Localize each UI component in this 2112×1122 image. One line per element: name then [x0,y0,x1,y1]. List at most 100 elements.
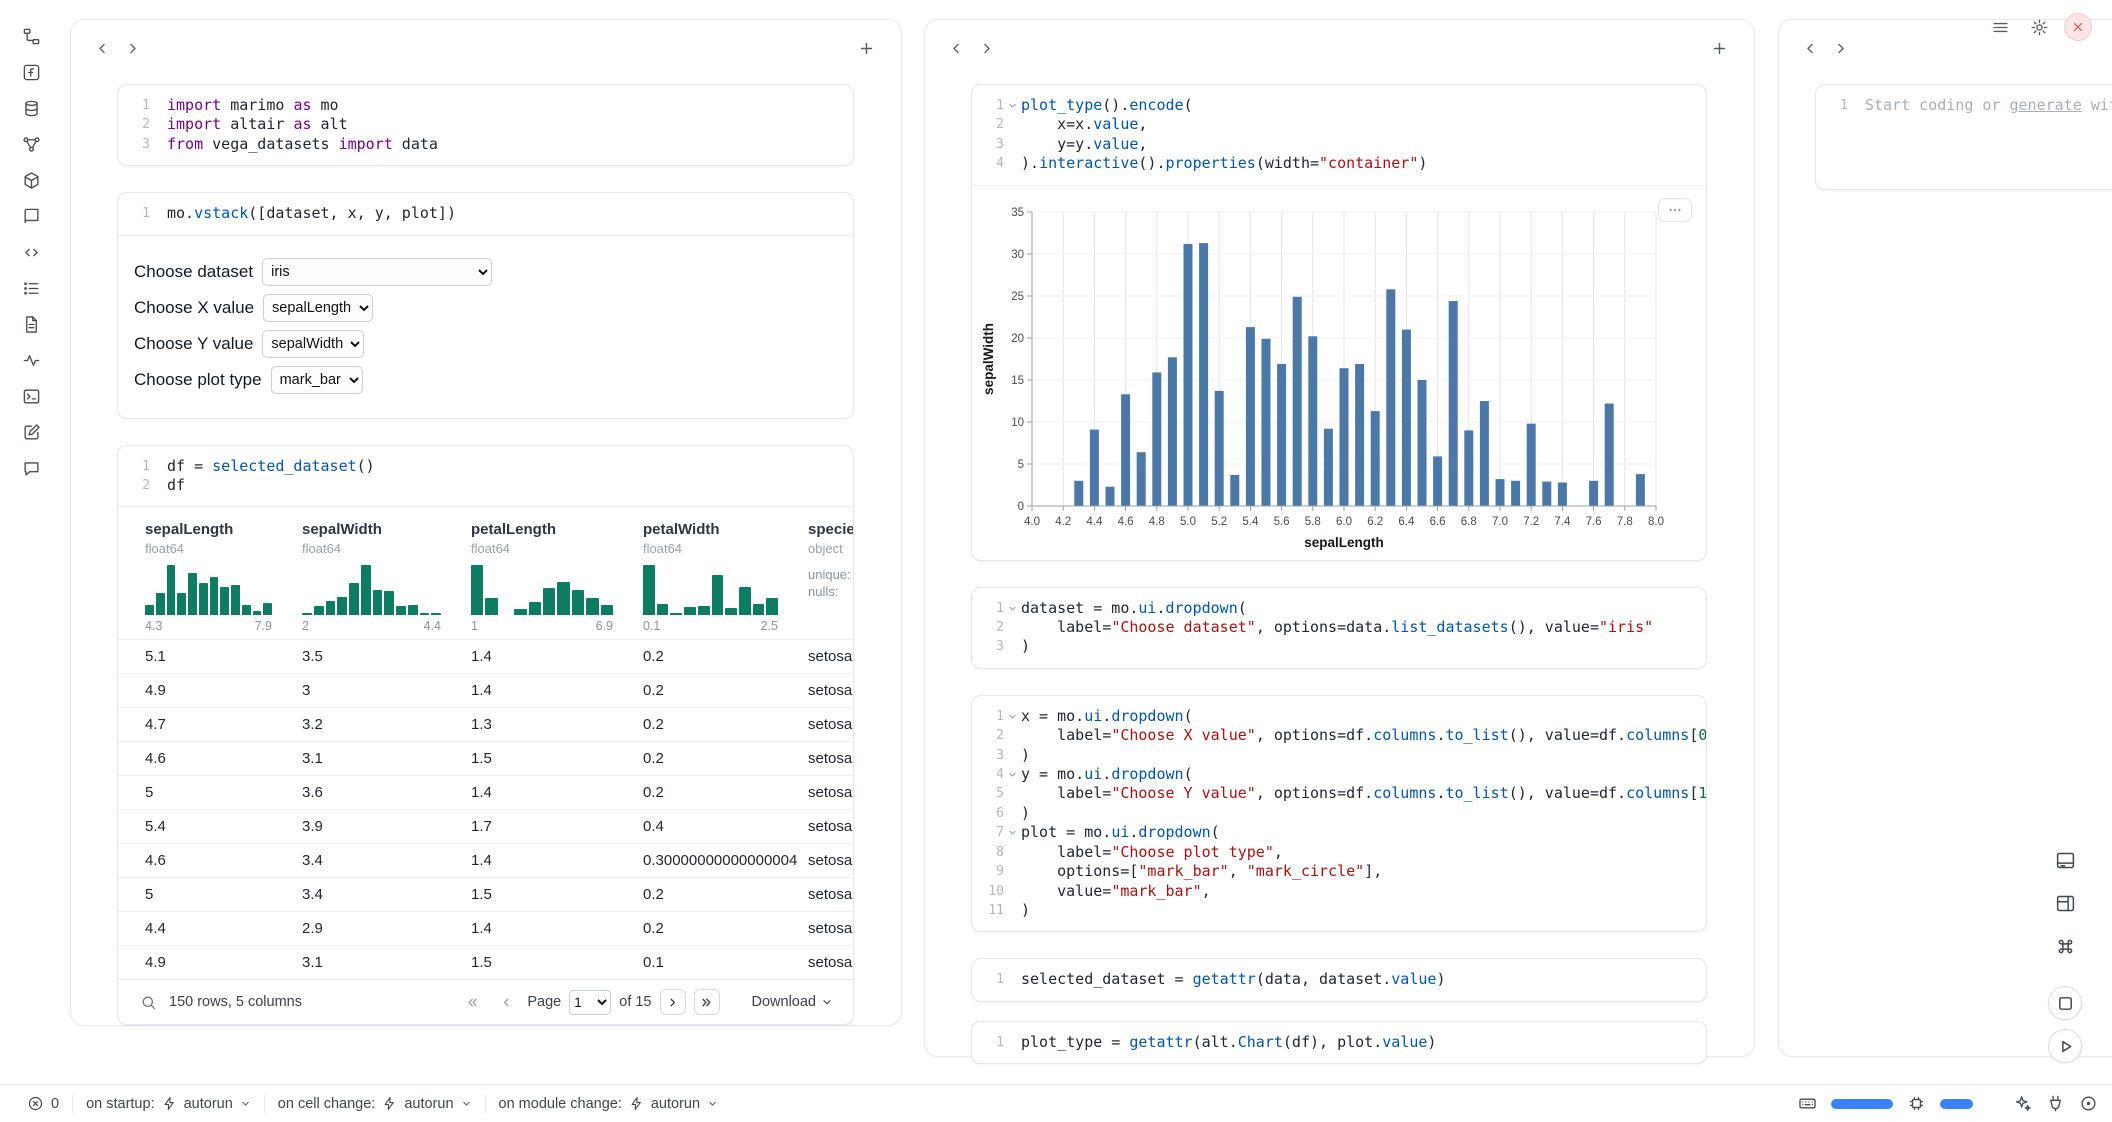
code-line[interactable]: 1x = mo.ui.dropdown( [972,707,1706,726]
prev-page-button[interactable] [493,989,519,1015]
page-select[interactable]: 1 [569,990,611,1015]
plot-type-select[interactable]: mark_bar [271,366,363,394]
code-cell-dataframe[interactable]: 1df = selected_dataset()2df sepalLengthf… [117,445,854,1026]
column-forward-button[interactable] [117,33,147,63]
shutdown-close-icon[interactable] [2064,13,2092,41]
flow-icon[interactable] [18,23,44,49]
table-row[interactable]: 53.41.50.2setosa [118,877,853,911]
code-line[interactable]: 2import altair as alt [118,115,853,134]
table-row[interactable]: 4.42.91.40.2setosa [118,911,853,945]
code-line[interactable]: 1import marimo as mo [118,96,853,115]
keyboard-shortcuts-icon[interactable] [2048,929,2082,963]
code-line[interactable]: 8 label="Choose plot type", [972,843,1706,862]
settings-gear-icon[interactable] [2025,13,2053,41]
table-row[interactable]: 5.43.91.70.4setosa [118,809,853,843]
next-page-button[interactable] [660,989,686,1015]
x-value-select[interactable]: sepalLength [263,294,373,322]
database-icon[interactable] [18,95,44,121]
code-line[interactable]: 11) [972,901,1706,920]
last-page-button[interactable] [694,989,720,1015]
code-line[interactable]: 1plot_type().encode( [972,96,1706,115]
code-line[interactable]: 4y = mo.ui.dropdown( [972,765,1706,784]
table-row[interactable]: 4.63.41.40.30000000000000004setosa [118,843,853,877]
package-icon[interactable] [18,167,44,193]
code-line[interactable]: 2 x=x.value, [972,115,1706,134]
table-row[interactable]: 4.931.40.2setosa [118,673,853,707]
memory-chip-icon[interactable] [1907,1094,1926,1113]
code-cell-vstack[interactable]: 1mo.vstack([dataset, x, y, plot]) Choose… [117,192,854,418]
scratchpad-icon[interactable] [18,419,44,445]
column-header-sepalLength[interactable]: sepalLengthfloat644.37.9 [145,521,302,633]
editor-placeholder[interactable]: Start coding or generate with AI. [1865,96,2112,115]
on-startup-setting[interactable]: on startup: autorun [73,1085,264,1122]
code-line[interactable]: 2 label="Choose dataset", options=data.l… [972,618,1706,637]
fold-marker[interactable] [1004,707,1021,726]
altair-bar-chart[interactable]: 4.04.24.44.64.85.05.25.45.65.86.06.26.46… [980,200,1696,552]
code-line[interactable]: 1dataset = mo.ui.dropdown( [972,599,1706,618]
snippets-icon[interactable] [18,239,44,265]
add-cell-button[interactable] [1704,33,1734,63]
outline-icon[interactable] [18,275,44,301]
code-line[interactable]: 5 label="Choose Y value", options=df.col… [972,784,1706,803]
console-panel-icon[interactable] [2048,843,2082,877]
file-text-icon[interactable] [18,311,44,337]
column-back-button[interactable] [87,33,117,63]
fold-marker[interactable] [1004,96,1021,115]
column-forward-button[interactable] [971,33,1001,63]
column-forward-button[interactable] [1825,33,1855,63]
terminal-icon[interactable] [18,383,44,409]
ai-sparkle-icon[interactable] [2013,1094,2032,1113]
on-cell-change-setting[interactable]: on cell change: autorun [265,1085,485,1122]
chart-actions-button[interactable] [1658,198,1692,222]
activity-icon[interactable] [18,347,44,373]
column-header-sepalWidth[interactable]: sepalWidthfloat6424.4 [302,521,471,633]
code-line[interactable]: 1mo.vstack([dataset, x, y, plot]) [118,204,853,223]
code-line[interactable]: 3from vega_datasets import data [118,135,853,154]
dependency-graph-icon[interactable] [18,131,44,157]
fold-marker[interactable] [1004,599,1021,618]
connection-status-icon[interactable] [2079,1094,2098,1113]
code-line[interactable]: 2df [118,476,853,495]
column-back-button[interactable] [941,33,971,63]
function-square-icon[interactable] [18,59,44,85]
documentation-icon[interactable] [18,203,44,229]
column-back-button[interactable] [1795,33,1825,63]
generate-link[interactable]: generate [2010,96,2082,114]
empty-code-cell[interactable]: 1 Start coding or generate with AI. [1815,84,2112,190]
errors-indicator[interactable]: 0 [14,1085,72,1122]
table-row[interactable]: 5.13.51.40.2setosa [118,639,853,673]
on-module-change-setting[interactable]: on module change: autorun [486,1085,732,1122]
run-all-icon[interactable] [2048,1029,2082,1063]
fold-marker[interactable] [1004,823,1021,842]
code-line[interactable]: 1plot_type = getattr(alt.Chart(df), plot… [972,1033,1706,1052]
table-row[interactable]: 4.93.11.50.1setosa [118,945,853,979]
table-row[interactable]: 4.63.11.50.2setosa [118,741,853,775]
code-line[interactable]: 3) [972,746,1706,765]
code-cell-dataset-dropdown[interactable]: 1dataset = mo.ui.dropdown(2 label="Choos… [971,587,1707,669]
download-button[interactable]: Download [752,994,834,1010]
fold-marker[interactable] [1004,765,1021,784]
keyboard-icon[interactable] [1798,1094,1817,1113]
search-icon[interactable] [140,994,157,1011]
code-line[interactable]: 3) [972,637,1706,656]
code-line[interactable]: 10 value="mark_bar", [972,882,1706,901]
code-line[interactable]: 7plot = mo.ui.dropdown( [972,823,1706,842]
code-line[interactable]: 1selected_dataset = getattr(data, datase… [972,970,1706,989]
code-cell-plot-type[interactable]: 1plot_type = getattr(alt.Chart(df), plot… [971,1021,1707,1064]
add-cell-button[interactable] [851,33,881,63]
table-row[interactable]: 53.61.40.2setosa [118,775,853,809]
layout-grid-icon[interactable] [2048,886,2082,920]
chat-help-icon[interactable] [18,455,44,481]
code-line[interactable]: 3 y=y.value, [972,135,1706,154]
code-line[interactable]: 4).interactive().properties(width="conta… [972,154,1706,173]
code-line[interactable]: 6) [972,804,1706,823]
code-cell-selected-dataset[interactable]: 1selected_dataset = getattr(data, datase… [971,958,1707,1001]
column-header-petalWidth[interactable]: petalWidthfloat640.12.5 [643,521,808,633]
code-line[interactable]: 1df = selected_dataset() [118,457,853,476]
y-value-select[interactable]: sepalWidth [262,330,364,358]
code-line[interactable]: 9 options=["mark_bar", "mark_circle"], [972,862,1706,881]
dataset-select[interactable]: iris [262,258,492,286]
first-page-button[interactable] [459,989,485,1015]
app-preview-icon[interactable] [2048,986,2082,1020]
code-cell-xy-plot-dropdowns[interactable]: 1x = mo.ui.dropdown(2 label="Choose X va… [971,695,1707,932]
